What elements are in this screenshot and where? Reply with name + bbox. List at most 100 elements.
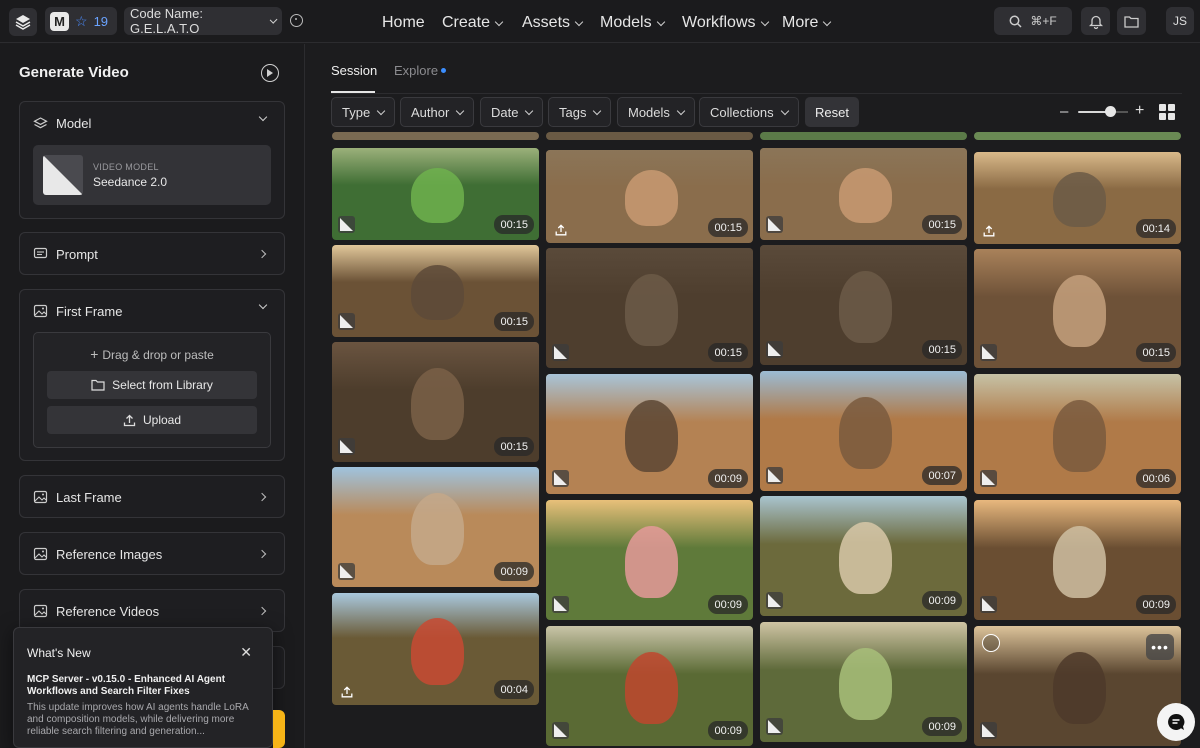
zoom-out-icon[interactable]: – xyxy=(1060,103,1068,120)
grid-view-icon[interactable] xyxy=(1159,104,1175,120)
chevron-down-icon xyxy=(676,106,686,115)
model-panel-header[interactable]: Model xyxy=(33,102,91,144)
model-badge-icon xyxy=(338,563,355,580)
gallery-tile-partial[interactable] xyxy=(974,132,1181,140)
info-icon[interactable] xyxy=(290,14,303,27)
zoom-slider-handle[interactable] xyxy=(1105,106,1116,117)
select-from-library-button[interactable]: Select from Library xyxy=(47,371,257,399)
gallery-tile-partial[interactable] xyxy=(332,132,539,140)
tab-explore[interactable]: Explore xyxy=(394,63,438,78)
chevron-down-icon xyxy=(593,106,602,115)
duration-badge: 00:15 xyxy=(494,437,534,456)
gallery-tile[interactable]: 00:15 xyxy=(546,248,753,368)
chevron-down-icon xyxy=(656,17,665,26)
prompt-panel[interactable]: Prompt xyxy=(19,232,285,275)
chevron-right-icon xyxy=(257,492,267,502)
gallery-tile[interactable]: 00:15 xyxy=(332,342,539,462)
gallery-tile[interactable]: 00:09 xyxy=(332,467,539,587)
filter-tags[interactable]: Tags xyxy=(548,97,612,127)
upload-button[interactable]: Upload xyxy=(47,406,257,434)
more-options-icon[interactable]: ••• xyxy=(1146,634,1174,660)
zoom-in-icon[interactable]: + xyxy=(1135,102,1144,120)
nav-workflows[interactable]: Workflows xyxy=(682,14,769,32)
gallery-tile[interactable]: 00:09 xyxy=(760,622,967,742)
folder-button[interactable] xyxy=(1117,7,1146,35)
gallery-tile[interactable]: 00:14 xyxy=(974,152,1181,244)
model-kind: VIDEO MODEL xyxy=(93,162,159,172)
reference-images-panel[interactable]: Reference Images xyxy=(19,532,285,575)
chat-button[interactable] xyxy=(1157,703,1195,741)
nav-more[interactable]: More xyxy=(782,14,832,32)
duration-badge: 00:06 xyxy=(1136,469,1176,488)
tab-session[interactable]: Session xyxy=(331,63,377,78)
project-select[interactable]: Code Name: G.E.L.A.T.O xyxy=(124,6,282,36)
chevron-down-icon[interactable] xyxy=(258,112,268,122)
reference-images-section-label: Reference Images xyxy=(56,546,163,562)
model-card[interactable]: VIDEO MODEL Seedance 2.0 xyxy=(33,145,271,205)
model-badge-icon xyxy=(552,596,569,613)
tile-subject xyxy=(838,397,893,470)
active-tab-underline xyxy=(331,91,375,93)
message-icon xyxy=(33,247,48,259)
reference-videos-panel[interactable]: Reference Videos xyxy=(19,589,285,632)
nav-assets[interactable]: Assets xyxy=(522,14,584,32)
gallery-tile[interactable]: 00:15 xyxy=(760,148,967,240)
notifications-button[interactable] xyxy=(1081,7,1110,35)
upload-icon xyxy=(555,223,567,236)
tile-subject xyxy=(410,265,465,321)
nav-create[interactable]: Create xyxy=(442,14,504,32)
first-frame-panel-header[interactable]: First Frame xyxy=(33,290,122,332)
filter-models[interactable]: Models xyxy=(617,97,695,127)
workspace-chip[interactable]: M ☆ 19 xyxy=(45,7,117,35)
plus-icon: + xyxy=(90,346,99,362)
nav-models[interactable]: Models xyxy=(600,14,665,32)
gallery-tile[interactable]: 00:15 xyxy=(546,150,753,243)
model-badge-icon xyxy=(766,467,783,484)
select-checkbox[interactable] xyxy=(982,634,1000,652)
close-icon[interactable]: ✕ xyxy=(240,645,252,659)
filter-type[interactable]: Type xyxy=(331,97,396,127)
gallery-tile[interactable]: 00:09 xyxy=(546,500,753,620)
model-badge-icon xyxy=(980,722,997,739)
chevron-down-icon[interactable] xyxy=(258,300,268,310)
user-avatar[interactable]: JS xyxy=(1166,7,1194,35)
gallery-tile[interactable]: 00:15 xyxy=(760,245,967,365)
tile-subject xyxy=(624,170,679,227)
bell-icon xyxy=(1088,15,1103,29)
whats-new-headline[interactable]: MCP Server - v0.15.0 - Enhanced AI Agent… xyxy=(27,674,262,698)
gallery-tile[interactable]: 00:09 xyxy=(546,626,753,746)
nav-label: More xyxy=(782,14,819,31)
gallery-tile[interactable]: 00:09 xyxy=(546,374,753,494)
gallery-tile[interactable]: 00:04 xyxy=(332,593,539,705)
filter-collections[interactable]: Collections xyxy=(699,97,799,127)
gallery-tile[interactable]: 00:09 xyxy=(760,496,967,616)
tile-subject xyxy=(624,400,679,473)
reset-button[interactable]: Reset xyxy=(805,97,859,127)
gallery-tile-partial[interactable] xyxy=(546,132,753,140)
gallery-tile[interactable]: 00:09 xyxy=(974,500,1181,620)
upgrade-button[interactable] xyxy=(273,710,285,748)
chevron-down-icon xyxy=(269,15,278,24)
reference-images-panel-header: Reference Images xyxy=(33,533,162,575)
gallery-tile[interactable]: ••• xyxy=(974,626,1181,746)
first-frame-panel: First Frame + Drag & drop or paste Select… xyxy=(19,289,285,461)
search-button[interactable]: ⌘+F xyxy=(994,7,1072,35)
gallery-tile[interactable]: 00:15 xyxy=(974,249,1181,368)
gallery-tile[interactable]: 00:07 xyxy=(760,371,967,491)
chevron-right-icon xyxy=(257,606,267,616)
last-frame-panel[interactable]: Last Frame xyxy=(19,475,285,518)
nav-home[interactable]: Home xyxy=(382,14,425,32)
model-badge-icon xyxy=(338,216,355,233)
first-frame-dropzone[interactable]: + Drag & drop or paste Select from Librar… xyxy=(33,332,271,448)
filter-author[interactable]: Author xyxy=(400,97,475,127)
filter-date[interactable]: Date xyxy=(480,97,544,127)
gallery-tile[interactable]: 00:15 xyxy=(332,245,539,337)
layers-logo-icon[interactable] xyxy=(9,8,37,36)
gallery-tile[interactable]: 00:06 xyxy=(974,374,1181,494)
duration-badge: 00:09 xyxy=(1136,595,1176,614)
tile-subject xyxy=(410,617,465,685)
play-circle-icon[interactable] xyxy=(261,64,279,82)
prompt-panel-header: Prompt xyxy=(33,233,98,275)
gallery-tile[interactable]: 00:15 xyxy=(332,148,539,240)
gallery-tile-partial[interactable] xyxy=(760,132,967,140)
